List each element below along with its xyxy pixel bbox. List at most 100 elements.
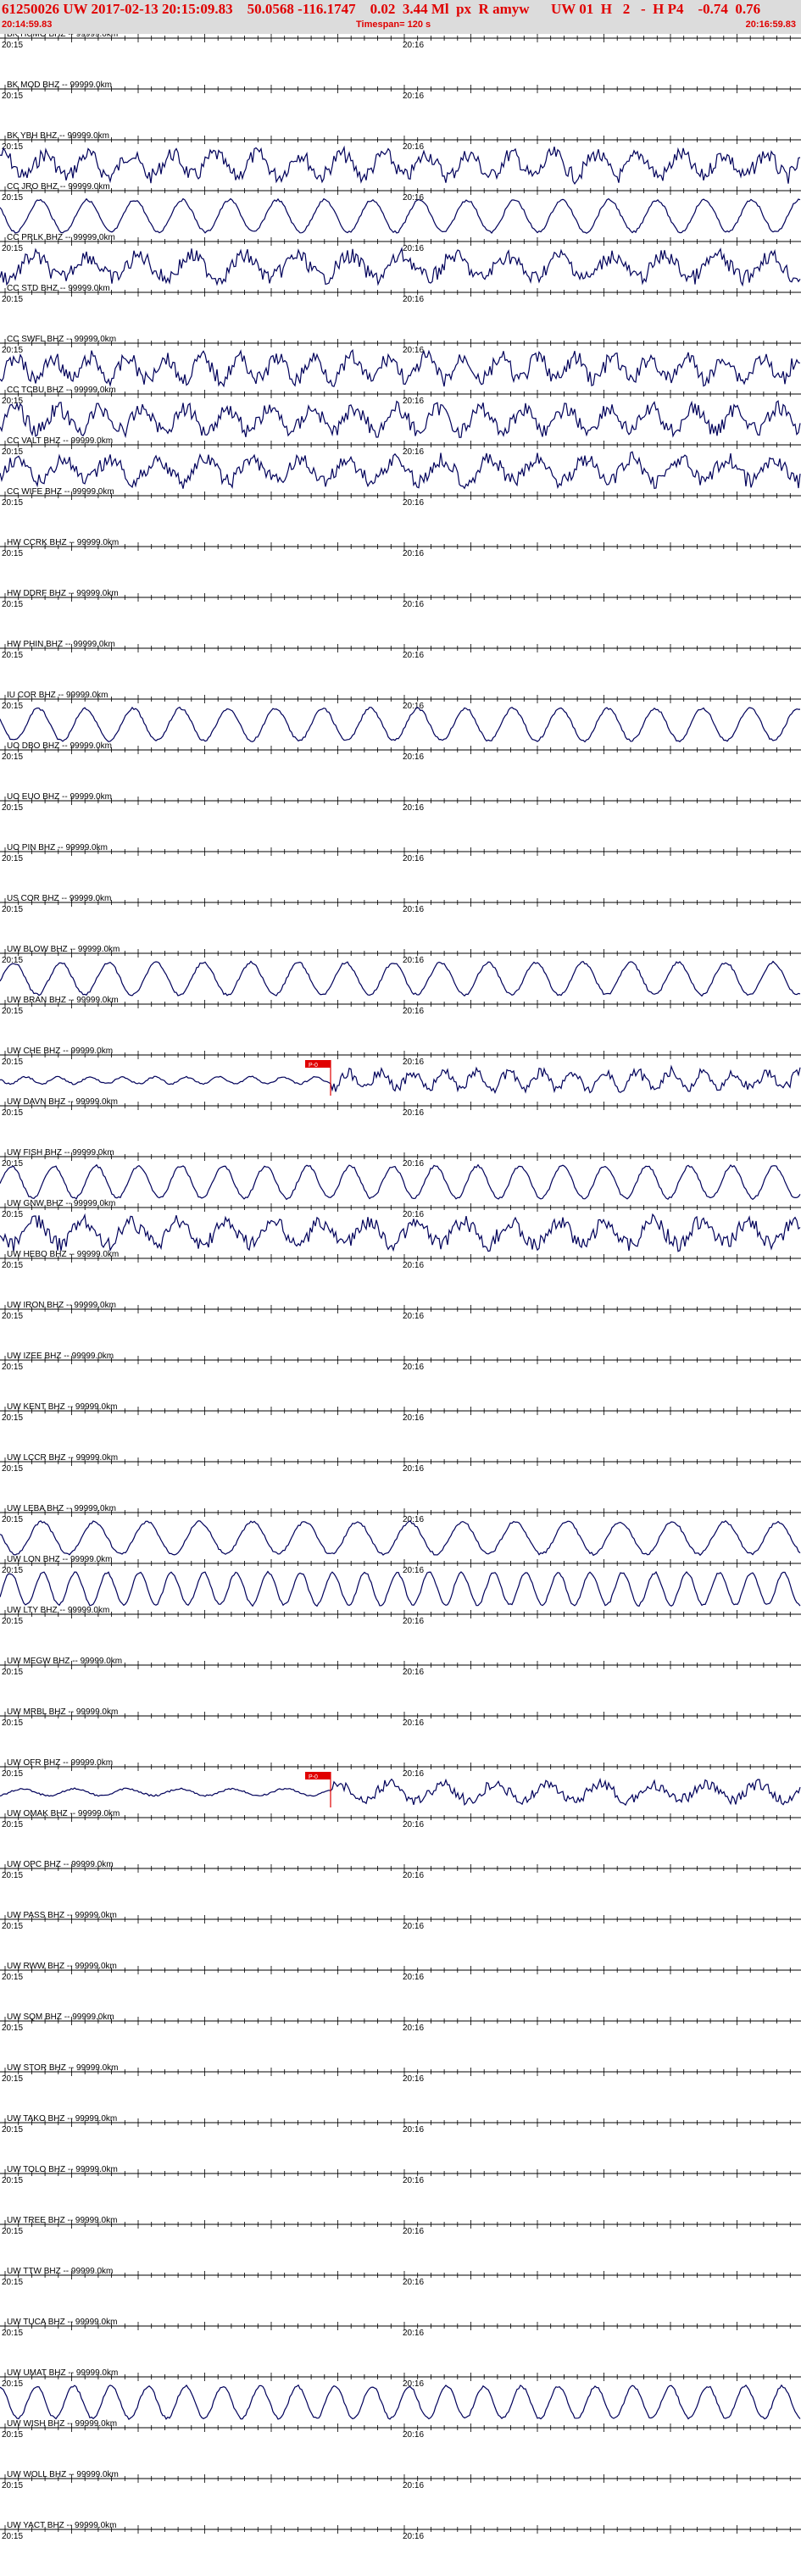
station-label: UW WISH BHZ -- 99999.0km	[7, 2419, 117, 2429]
time-label-mid: 20:16	[403, 295, 424, 304]
time-label-left: 20:15	[2, 1210, 23, 1219]
station-label: HW DDRF BHZ -- 99999.0km	[7, 589, 119, 598]
station-label: UW HEBO BHZ -- 99999.0km	[7, 1250, 119, 1259]
station-label: CC TCBU BHZ -- 99999.0km	[7, 386, 116, 395]
time-label-left: 20:15	[2, 1973, 23, 1982]
station-label: UW BRAN BHZ -- 99999.0km	[7, 996, 119, 1005]
time-label-left: 20:15	[2, 854, 23, 863]
waveform-trace	[0, 1777, 801, 1807]
time-label-mid: 20:16	[403, 447, 424, 457]
time-label-mid: 20:16	[403, 1108, 424, 1118]
station-label: HW CCRK BHZ -- 99999.0km	[7, 538, 119, 547]
station-label: UW LEBA BHZ -- 99999.0km	[7, 1504, 116, 1513]
timespan-label: Timespan= 120 s	[356, 19, 431, 30]
station-label: UW DAVN BHZ -- 99999.0km	[7, 1097, 118, 1107]
time-label-mid: 20:16	[403, 854, 424, 863]
station-label: UW TUCA BHZ -- 99999.0km	[7, 2318, 117, 2327]
time-label-mid: 20:16	[403, 803, 424, 813]
time-label-mid: 20:16	[403, 1973, 424, 1982]
waveform-trace	[0, 145, 801, 186]
time-label-left: 20:15	[2, 905, 23, 914]
pick-label: P-0	[309, 1774, 318, 1780]
time-label-mid: 20:16	[403, 905, 424, 914]
end-time: 20:16:59.83	[745, 19, 796, 30]
time-label-mid: 20:16	[403, 956, 424, 965]
time-label-left: 20:15	[2, 1261, 23, 1270]
time-label-mid: 20:16	[403, 1820, 424, 1829]
station-label: CC STD BHZ -- 99999.0km	[7, 284, 110, 293]
station-label: UW TAKO BHZ -- 99999.0km	[7, 2114, 117, 2124]
time-label-left: 20:15	[2, 1617, 23, 1626]
time-label-left: 20:15	[2, 651, 23, 660]
header-bar: 61250026 UW 2017-02-13 20:15:09.83 50.05…	[0, 0, 801, 34]
time-label-left: 20:15	[2, 1058, 23, 1067]
station-label: CC WIFE BHZ -- 99999.0km	[7, 487, 114, 497]
waveform-trace	[0, 706, 800, 743]
time-label-mid: 20:16	[403, 1871, 424, 1880]
station-label: UW LON BHZ -- 99999.0km	[7, 1555, 112, 1564]
station-label: UW PASS BHZ -- 99999.0km	[7, 1911, 117, 1920]
waveform-trace	[0, 197, 801, 234]
time-label-left: 20:15	[2, 803, 23, 813]
time-label-left: 20:15	[2, 295, 23, 304]
station-label: BK MOD BHZ -- 99999.0km	[7, 80, 112, 90]
time-label-mid: 20:16	[403, 498, 424, 508]
time-label-mid: 20:16	[403, 702, 424, 711]
start-time: 20:14:59.83	[2, 19, 53, 30]
time-label-mid: 20:16	[403, 2024, 424, 2033]
station-label: UW IRON BHZ -- 99999.0km	[7, 1301, 116, 1310]
time-label-mid: 20:16	[403, 1617, 424, 1626]
time-label-mid: 20:16	[403, 1007, 424, 1016]
time-label-left: 20:15	[2, 498, 23, 508]
time-label-left: 20:15	[2, 752, 23, 762]
time-label-left: 20:15	[2, 2430, 23, 2440]
station-label: UO PIN BHZ -- 99999.0km	[7, 843, 108, 852]
time-label-left: 20:15	[2, 193, 23, 203]
station-label: UO EUO BHZ -- 99999.0km	[7, 792, 112, 802]
station-label: UW GNW BHZ -- 99999.0km	[7, 1199, 115, 1208]
station-label: UW RWW BHZ -- 99999.0km	[7, 1962, 117, 1971]
time-label-mid: 20:16	[403, 1312, 424, 1321]
time-label-mid: 20:16	[403, 2430, 424, 2440]
time-label-left: 20:15	[2, 2176, 23, 2185]
station-label: UW CHE BHZ -- 99999.0km	[7, 1046, 113, 1056]
time-label-left: 20:15	[2, 41, 23, 50]
time-label-left: 20:15	[2, 244, 23, 253]
station-label: UW STOR BHZ -- 99999.0km	[7, 2063, 119, 2073]
waveform-trace	[0, 1570, 801, 1607]
station-label: UW MRBL BHZ -- 99999.0km	[7, 1707, 118, 1717]
time-label-left: 20:15	[2, 1108, 23, 1118]
station-label: UW TTW BHZ -- 99999.0km	[7, 2267, 113, 2276]
time-label-left: 20:15	[2, 1566, 23, 1575]
station-label: UW UMAT BHZ -- 99999.0km	[7, 2368, 118, 2378]
waveform-trace	[0, 2384, 801, 2421]
time-label-mid: 20:16	[403, 600, 424, 609]
time-label-mid: 20:16	[403, 1718, 424, 1728]
time-label-mid: 20:16	[403, 1769, 424, 1779]
time-label-mid: 20:16	[403, 1058, 424, 1067]
time-label-mid: 20:16	[403, 2532, 424, 2541]
station-label: UW BLOW BHZ -- 99999.0km	[7, 945, 120, 954]
time-label-left: 20:15	[2, 702, 23, 711]
time-label-mid: 20:16	[403, 1922, 424, 1931]
station-label: UW LCCR BHZ -- 99999.0km	[7, 1453, 118, 1463]
time-label-mid: 20:16	[403, 1159, 424, 1169]
time-label-left: 20:15	[2, 1820, 23, 1829]
time-label-mid: 20:16	[403, 1464, 424, 1474]
waveform-trace	[0, 1213, 801, 1252]
station-label: BK HUMO BHZ -- 99999.0km	[7, 34, 118, 39]
time-label-mid: 20:16	[403, 346, 424, 355]
time-label-left: 20:15	[2, 1007, 23, 1016]
time-label-left: 20:15	[2, 1718, 23, 1728]
station-label: UW OMAK BHZ -- 99999.0km	[7, 1809, 120, 1818]
time-label-mid: 20:16	[403, 2278, 424, 2287]
time-label-mid: 20:16	[403, 2074, 424, 2084]
waveform-trace	[0, 1519, 801, 1557]
waveform-trace	[0, 348, 800, 388]
time-label-left: 20:15	[2, 2379, 23, 2389]
time-label-left: 20:15	[2, 2329, 23, 2338]
time-label-left: 20:15	[2, 600, 23, 609]
time-label-left: 20:15	[2, 1871, 23, 1880]
station-label: UW TOLO BHZ -- 99999.0km	[7, 2165, 118, 2174]
waveform-trace	[0, 451, 801, 490]
